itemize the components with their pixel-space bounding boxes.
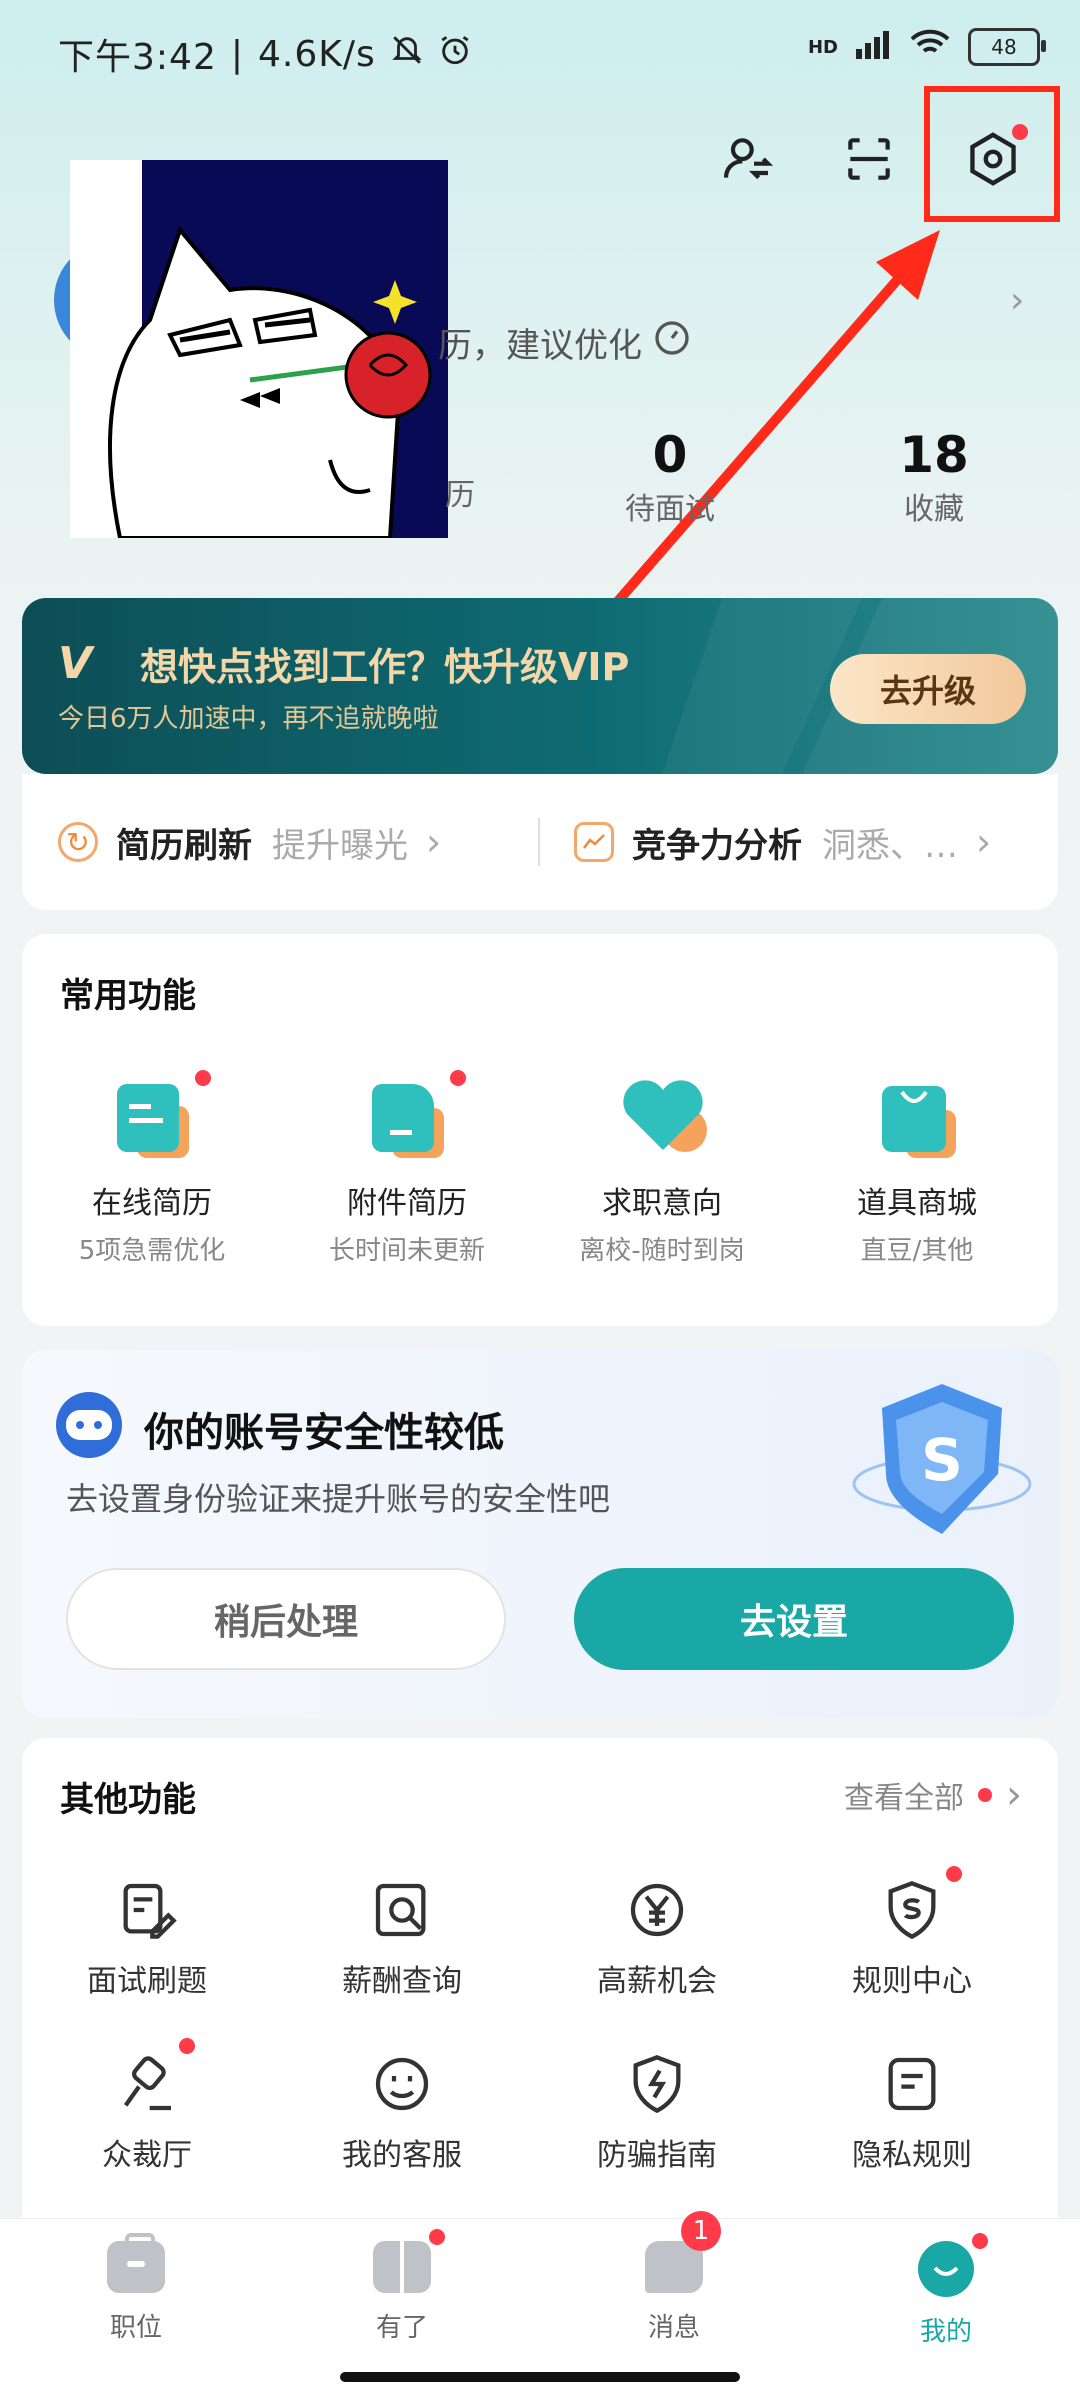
briefcase-icon — [107, 2233, 165, 2293]
customer-service-item[interactable]: 我的客服 — [297, 2052, 507, 2174]
nav-youle[interactable]: 有了 — [322, 2229, 482, 2344]
svg-text:S: S — [921, 1426, 963, 1494]
stat-label: 待面试 — [625, 492, 715, 527]
vip-logo-icon: V — [58, 638, 93, 689]
security-card: 你的账号安全性较低 去设置身份验证来提升账号的安全性吧 S 稍后处理 去设置 — [22, 1350, 1058, 1718]
gauge-icon — [652, 318, 692, 367]
chart-icon — [574, 822, 614, 862]
privacy-rules-item[interactable]: 隐私规则 — [807, 2052, 1017, 2174]
stat-favorites[interactable]: 18 收藏 — [854, 426, 1014, 528]
common-functions-card: 常用功能 在线简历 5项急需优化 附件简历 长时间未更新 求职意向 离校-随时到… — [22, 934, 1058, 1326]
robot-icon — [56, 1392, 122, 1458]
upgrade-button[interactable]: 去升级 — [830, 654, 1026, 724]
message-badge: 1 — [681, 2211, 721, 2251]
quick-actions-row: ↻ 简历刷新 提升曝光 › 竞争力分析 洞悉、… › — [22, 774, 1058, 910]
attachment-resume-item[interactable]: 附件简历 长时间未更新 — [307, 1070, 507, 1267]
salary-query-item[interactable]: 薪酬查询 — [297, 1878, 507, 2000]
nav-messages[interactable]: 1 消息 — [594, 2211, 754, 2344]
doc-lines-icon — [880, 2052, 944, 2116]
chevron-right-icon: › — [426, 820, 442, 864]
anti-fraud-guide-item[interactable]: 防骗指南 — [552, 2052, 762, 2174]
yuan-icon — [625, 1878, 689, 1942]
chevron-right-icon: › — [1006, 1772, 1022, 1818]
stat-pending-interview[interactable]: 0 待面试 — [590, 426, 750, 528]
arbitration-hall-item[interactable]: 众裁厅 — [42, 2038, 252, 2174]
gavel-icon — [115, 2038, 195, 2116]
resume-refresh-item[interactable]: ↻ 简历刷新 提升曝光 › — [58, 774, 441, 910]
vip-banner[interactable]: V 想快点找到工作？快升级VIP 今日6万人加速中，再不追就晚啦 去升级 — [22, 598, 1058, 774]
online-resume-item[interactable]: 在线简历 5项急需优化 — [52, 1070, 252, 1267]
vip-subtitle: 今日6万人加速中，再不追就晚啦 — [58, 704, 439, 734]
later-button[interactable]: 稍后处理 — [66, 1568, 506, 1670]
other-functions-title: 其他功能 — [60, 1780, 196, 1820]
shield-s-icon — [880, 1866, 962, 1942]
vip-title: 想快点找到工作？快升级VIP — [140, 645, 630, 689]
shield-bolt-icon — [625, 2052, 689, 2116]
edit-doc-icon — [115, 1878, 179, 1942]
divider — [538, 818, 540, 866]
rules-center-item[interactable]: 规则中心 — [807, 1866, 1017, 2000]
heart-icon — [617, 1070, 707, 1160]
competitiveness-item[interactable]: 竞争力分析 洞悉、… › — [574, 774, 991, 910]
common-functions-title: 常用功能 — [60, 976, 196, 1016]
home-indicator[interactable] — [340, 2372, 740, 2382]
security-title: 你的账号安全性较低 — [144, 1410, 504, 1456]
view-all-red-dot — [978, 1788, 992, 1802]
view-all-link[interactable]: 查看全部 › — [844, 1772, 1022, 1818]
online-resume-icon — [107, 1070, 211, 1160]
folder-icon — [362, 1070, 466, 1160]
high-salary-item[interactable]: 高薪机会 — [552, 1878, 762, 2000]
stat-resume[interactable]: 历 — [440, 470, 480, 514]
profile-tip-text: 历，建议优化 — [438, 326, 642, 366]
profile-chevron-icon[interactable]: › — [1010, 280, 1024, 321]
book-icon — [373, 2229, 445, 2293]
search-doc-icon — [370, 1878, 434, 1942]
nav-jobs[interactable]: 职位 — [56, 2233, 216, 2344]
chat-icon: 1 — [645, 2211, 721, 2293]
security-description: 去设置身份验证来提升账号的安全性吧 — [66, 1480, 611, 1518]
cartoon-cat-avatar-image — [70, 160, 448, 538]
nav-me[interactable]: 我的 — [866, 2233, 1026, 2348]
stat-value: 0 — [652, 426, 688, 484]
shopping-bag-icon — [872, 1070, 962, 1160]
stat-value: 18 — [899, 426, 969, 484]
chevron-right-icon: › — [976, 820, 992, 864]
avatar[interactable] — [70, 160, 448, 538]
interview-practice-item[interactable]: 面试刷题 — [42, 1878, 252, 2000]
job-intention-item[interactable]: 求职意向 离校-随时到岗 — [562, 1070, 762, 1267]
go-set-button[interactable]: 去设置 — [574, 1568, 1014, 1670]
stat-label: 收藏 — [904, 492, 964, 527]
me-icon — [918, 2233, 988, 2297]
refresh-icon: ↻ — [58, 822, 98, 862]
shield-s-illustration-icon: S — [852, 1374, 1032, 1548]
prop-mall-item[interactable]: 道具商城 直豆/其他 — [817, 1070, 1017, 1267]
other-functions-card: 其他功能 查看全部 › 面试刷题 薪酬查询 高薪机会 规则中心 众裁厅 我的客服… — [22, 1738, 1058, 2218]
smile-icon — [370, 2052, 434, 2116]
